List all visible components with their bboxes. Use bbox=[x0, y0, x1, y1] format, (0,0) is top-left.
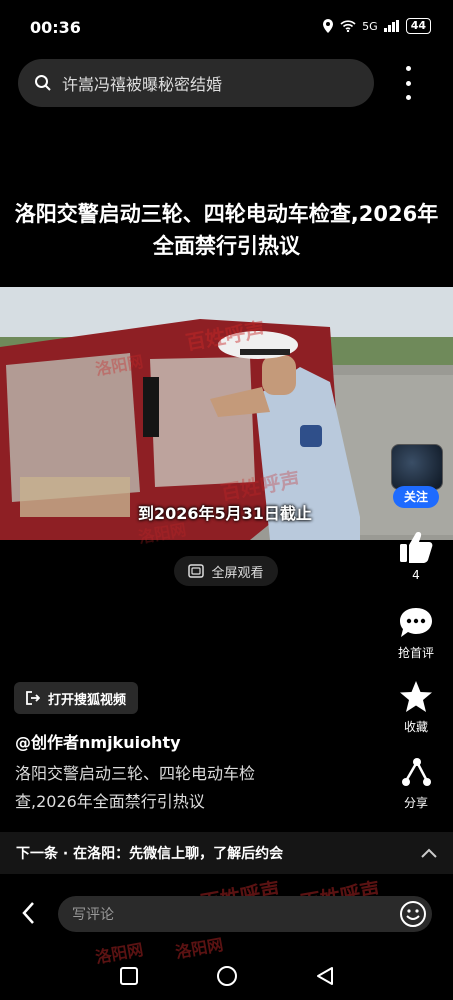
share-button[interactable]: 分享 bbox=[390, 756, 442, 811]
back-button[interactable] bbox=[18, 898, 40, 928]
system-nav-bar bbox=[0, 952, 453, 1000]
next-video-bar[interactable]: 下一条 · 在洛阳：先微信上聊，了解后约会 bbox=[0, 832, 453, 874]
back-icon bbox=[22, 902, 34, 924]
fullscreen-label: 全屏观看 bbox=[211, 565, 264, 581]
fullscreen-button[interactable]: 全屏观看 bbox=[174, 556, 278, 586]
more-button[interactable] bbox=[398, 66, 418, 100]
status-icons: 5G 44 bbox=[322, 18, 431, 34]
search-query: 许嵩冯禧被曝秘密结婚 bbox=[62, 75, 223, 94]
fullscreen-icon bbox=[188, 564, 205, 578]
square-icon[interactable] bbox=[119, 966, 139, 986]
comment-label: 抢首评 bbox=[397, 646, 434, 660]
wifi-icon bbox=[340, 20, 356, 32]
circle-icon[interactable] bbox=[216, 965, 238, 987]
video-subtitle: 到2026年5月31日截止 bbox=[138, 504, 312, 523]
open-app-label: 打开搜狐视频 bbox=[47, 692, 126, 708]
comment-button[interactable]: 抢首评 bbox=[390, 606, 442, 661]
star-icon bbox=[400, 681, 432, 712]
comment-input[interactable]: 写评论 bbox=[58, 896, 432, 932]
share-icon bbox=[402, 758, 431, 786]
status-time: 00:36 bbox=[30, 18, 81, 37]
share-label: 分享 bbox=[403, 796, 428, 810]
search-bar[interactable]: 许嵩冯禧被曝秘密结婚 bbox=[18, 59, 374, 107]
emoji-icon[interactable] bbox=[398, 899, 428, 929]
open-app-icon bbox=[26, 691, 40, 705]
video-description: 洛阳交警启动三轮、四轮电动车检查,2026年全面禁行引热议 bbox=[15, 764, 256, 811]
battery-indicator: 44 bbox=[405, 18, 431, 34]
signal-icon bbox=[383, 20, 399, 32]
author-name[interactable]: @创作者nmjkuiohty bbox=[15, 729, 181, 753]
thumbs-up-icon bbox=[400, 532, 433, 563]
favorite-label: 收藏 bbox=[403, 720, 428, 734]
location-icon bbox=[323, 19, 334, 33]
search-icon bbox=[35, 75, 51, 91]
favorite-button[interactable]: 收藏 bbox=[390, 680, 442, 735]
open-app-button[interactable]: 打开搜狐视频 bbox=[14, 682, 138, 714]
like-button[interactable]: 4 bbox=[390, 530, 442, 582]
network-label: 5G bbox=[362, 19, 378, 33]
video-title: 洛阳交警启动三轮、四轮电动车检查,2026年全面禁行引热议 bbox=[14, 202, 439, 258]
next-video-text: 下一条 · 在洛阳：先微信上聊，了解后约会 bbox=[16, 846, 284, 862]
author-avatar[interactable] bbox=[391, 444, 443, 490]
comment-icon bbox=[400, 608, 432, 637]
follow-button[interactable]: 关注 bbox=[393, 486, 439, 508]
like-count: 4 bbox=[412, 568, 420, 582]
chevron-up-icon[interactable] bbox=[421, 848, 437, 858]
comment-placeholder: 写评论 bbox=[72, 907, 114, 923]
more-icon bbox=[405, 66, 411, 71]
triangle-icon[interactable] bbox=[315, 966, 335, 986]
